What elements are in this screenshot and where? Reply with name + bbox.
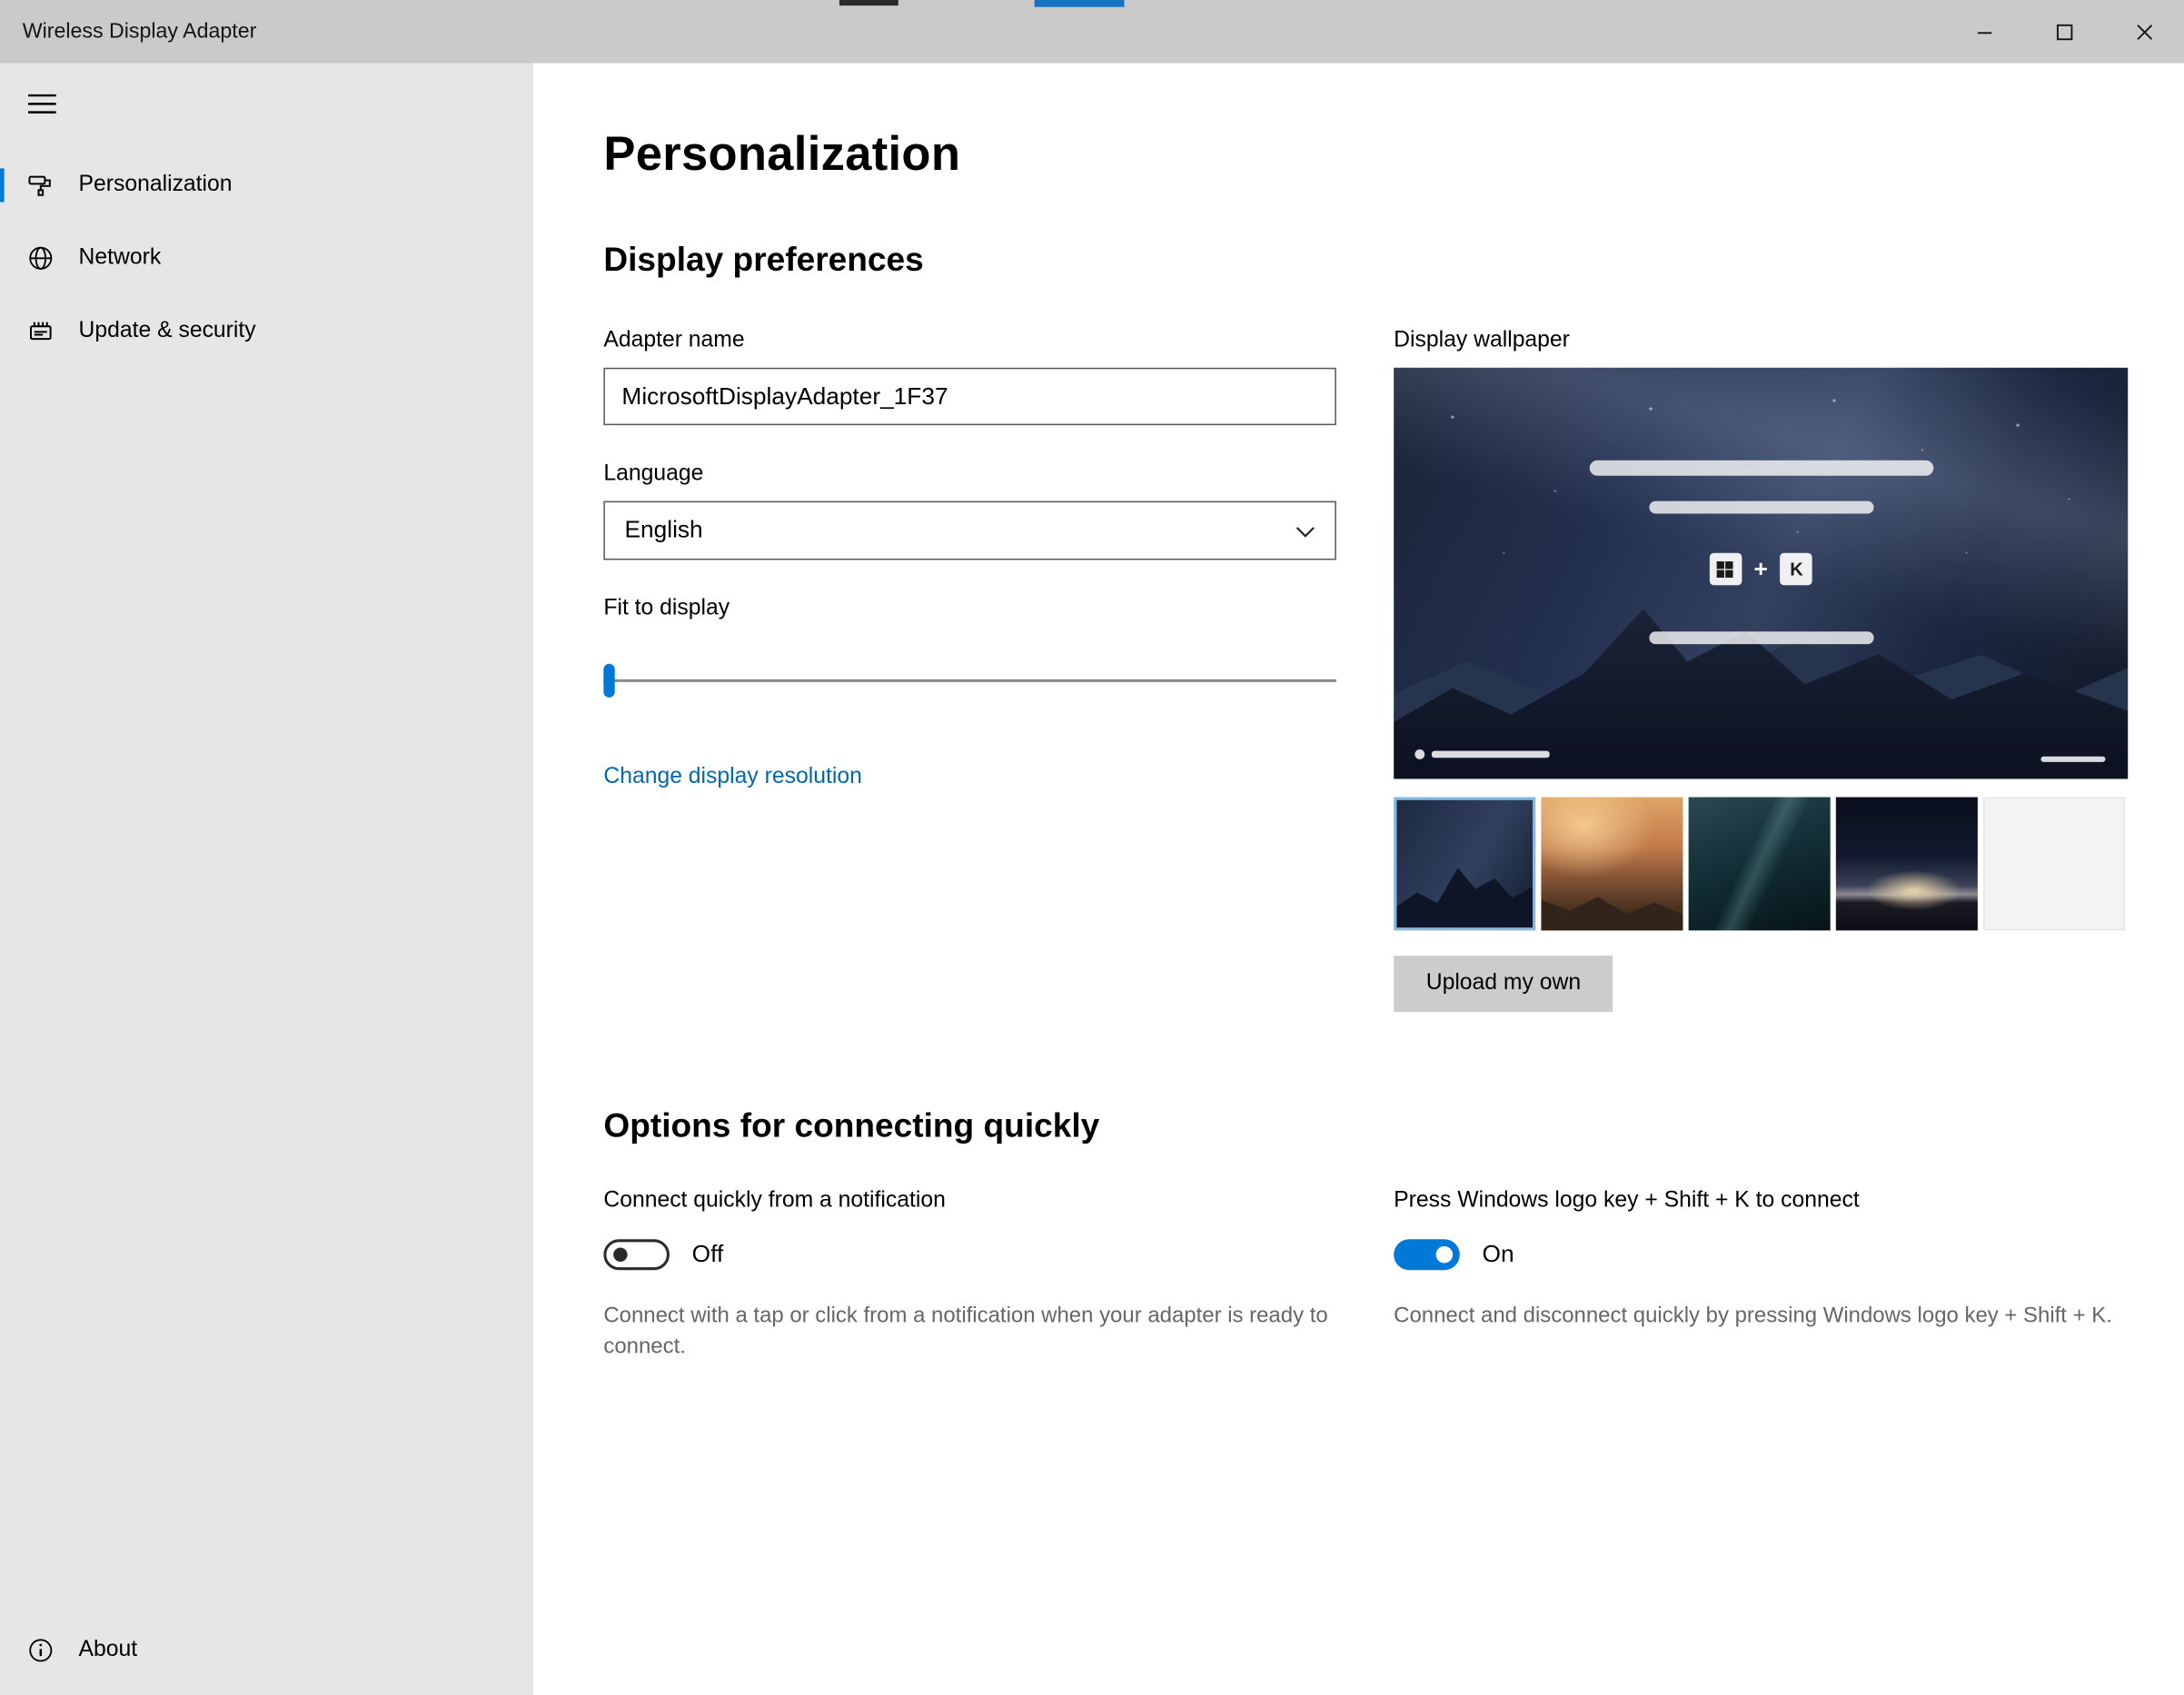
globe-icon xyxy=(28,245,54,271)
windows-key-icon xyxy=(1709,552,1742,586)
top-edge-accent-mark xyxy=(1034,0,1125,7)
window-title: Wireless Display Adapter xyxy=(22,19,257,44)
sidebar-item-label: Network xyxy=(78,245,162,270)
sidebar-item-personalization[interactable]: Personalization xyxy=(0,154,533,216)
info-icon xyxy=(28,1638,54,1663)
overlay-progress-bar xyxy=(1431,750,1550,758)
overlay-text-bar xyxy=(1648,501,1873,514)
minimize-icon xyxy=(1976,23,1993,40)
window-controls xyxy=(1944,0,2184,64)
sidebar-item-label: Update & security xyxy=(78,318,256,342)
sidebar-item-label: Personalization xyxy=(78,173,233,197)
notification-toggle[interactable] xyxy=(603,1239,670,1271)
hamburger-icon xyxy=(27,94,56,120)
close-icon xyxy=(2136,23,2153,40)
sidebar-item-update-security[interactable]: Update & security xyxy=(0,301,533,362)
adapter-name-input[interactable] xyxy=(603,367,1336,426)
screen: Wireless Display Adapter Personalization… xyxy=(0,0,2184,1695)
hotkey-toggle-state: On xyxy=(1482,1240,1514,1268)
wallpaper-thumbnail-blank-light[interactable] xyxy=(1983,797,2126,931)
fit-to-display-slider[interactable] xyxy=(603,663,1336,698)
sidebar-nav: Personalization Network Update & securit… xyxy=(0,154,533,373)
maximize-button[interactable] xyxy=(2024,0,2104,64)
sidebar: Personalization Network Update & securit… xyxy=(0,63,534,1695)
language-selected-value: English xyxy=(624,516,703,543)
maximize-icon xyxy=(2056,23,2073,40)
overlay-bullet xyxy=(1415,749,1425,759)
hotkey-toggle-description: Connect and disconnect quickly by pressi… xyxy=(1394,1303,2112,1328)
quick-connect-heading: Options for connecting quickly xyxy=(603,1107,1100,1145)
chip-icon xyxy=(28,319,54,344)
wallpaper-thumbnail-sunset-valley[interactable] xyxy=(1541,797,1683,931)
wallpaper-thumbnails xyxy=(1394,797,2128,931)
overlay-text-bar xyxy=(1648,631,1873,645)
wallpaper-thumbnail-dark-ocean[interactable] xyxy=(1688,797,1831,931)
notification-toggle-description: Connect with a tap or click from a notif… xyxy=(603,1303,1328,1359)
about-label: About xyxy=(78,1638,138,1662)
display-preferences-heading: Display preferences xyxy=(603,241,924,280)
toggle-knob xyxy=(613,1247,628,1262)
language-dropdown[interactable]: English xyxy=(603,501,1336,560)
chevron-down-icon xyxy=(1296,517,1315,545)
hamburger-button[interactable] xyxy=(14,80,70,134)
page-title: Personalization xyxy=(603,127,961,182)
main-content: Personalization Display preferences Adap… xyxy=(533,63,2184,1695)
shortcut-keys: + K xyxy=(1709,552,1813,586)
wallpaper-thumbnail-night-horizon[interactable] xyxy=(1835,797,1978,931)
app-window: Wireless Display Adapter Personalization… xyxy=(0,0,2184,1695)
display-wallpaper-label: Display wallpaper xyxy=(1394,328,1570,352)
slider-thumb[interactable] xyxy=(603,663,615,698)
upload-my-own-button[interactable]: Upload my own xyxy=(1394,956,1613,1012)
change-resolution-link[interactable]: Change display resolution xyxy=(603,765,861,790)
language-label: Language xyxy=(603,461,704,486)
minimize-button[interactable] xyxy=(1944,0,2024,64)
hotkey-toggle-label: Press Windows logo key + Shift + K to co… xyxy=(1394,1188,1860,1213)
overlay-text-bar xyxy=(1588,460,1933,476)
toggle-knob xyxy=(1435,1245,1454,1264)
wallpaper-thumbnail-mountain-night[interactable] xyxy=(1394,797,1536,931)
close-button[interactable] xyxy=(2104,0,2184,64)
slider-track[interactable] xyxy=(603,679,1336,682)
adapter-name-label: Adapter name xyxy=(603,328,745,352)
plus-sign: + xyxy=(1753,555,1768,582)
notification-toggle-state: Off xyxy=(691,1240,724,1268)
titlebar[interactable]: Wireless Display Adapter xyxy=(0,0,2184,64)
selected-indicator xyxy=(0,168,5,203)
notification-toggle-label: Connect quickly from a notification xyxy=(603,1188,946,1213)
sidebar-item-about[interactable]: About xyxy=(0,1620,533,1681)
hotkey-toggle[interactable] xyxy=(1394,1239,1460,1271)
sidebar-item-network[interactable]: Network xyxy=(0,227,533,289)
top-edge-dark-mark xyxy=(839,0,898,6)
k-key: K xyxy=(1780,552,1813,586)
overlay-line xyxy=(2040,756,2106,762)
fit-to-display-label: Fit to display xyxy=(603,596,730,620)
wallpaper-preview: + K xyxy=(1394,367,2129,779)
personalization-icon xyxy=(28,173,54,198)
